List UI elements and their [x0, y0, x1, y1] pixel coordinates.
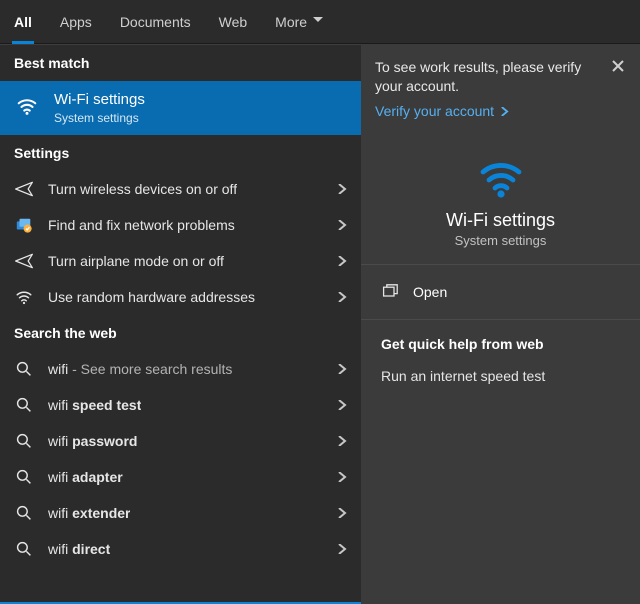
- help-item-speed-test[interactable]: Run an internet speed test: [361, 362, 640, 390]
- web-search-item[interactable]: wifi direct: [0, 531, 361, 567]
- troubleshoot-icon: [14, 215, 34, 235]
- tab-label: Web: [219, 14, 248, 30]
- tab-label: All: [14, 14, 32, 30]
- open-label: Open: [413, 284, 447, 300]
- chevron-right-icon: [337, 289, 347, 305]
- item-label: wifi direct: [48, 541, 110, 557]
- section-best-match: Best match: [0, 45, 361, 81]
- item-label: Use random hardware addresses: [48, 289, 255, 305]
- chevron-right-icon: [337, 433, 347, 449]
- chevron-down-icon: [313, 17, 323, 27]
- best-match-title: Wi-Fi settings: [54, 91, 145, 109]
- airplane-icon: [14, 251, 34, 271]
- banner-text: To see work results, please verify your …: [375, 58, 600, 96]
- section-search-web: Search the web: [0, 315, 361, 351]
- chevron-right-icon: [337, 505, 347, 521]
- item-label: Find and fix network problems: [48, 217, 235, 233]
- item-label: Turn wireless devices on or off: [48, 181, 237, 197]
- web-search-item[interactable]: wifi speed test: [0, 387, 361, 423]
- item-label: wifi - See more search results: [48, 361, 232, 377]
- search-icon: [14, 467, 34, 487]
- help-header: Get quick help from web: [361, 320, 640, 362]
- search-icon: [14, 395, 34, 415]
- search-icon: [14, 539, 34, 559]
- wifi-icon: [14, 287, 34, 307]
- chevron-right-icon: [337, 217, 347, 233]
- best-match-sub: System settings: [54, 111, 145, 125]
- open-icon: [381, 283, 399, 301]
- web-search-item[interactable]: wifi - See more search results: [0, 351, 361, 387]
- detail-panel: To see work results, please verify your …: [361, 44, 640, 604]
- wifi-icon: [14, 93, 40, 119]
- item-label: Turn airplane mode on or off: [48, 253, 224, 269]
- item-label: wifi adapter: [48, 469, 123, 485]
- close-icon: [612, 60, 624, 72]
- tab-label: Documents: [120, 14, 191, 30]
- tab-more[interactable]: More: [261, 0, 337, 44]
- tab-label: Apps: [60, 14, 92, 30]
- web-search-item[interactable]: wifi extender: [0, 495, 361, 531]
- settings-item-random-hw-addresses[interactable]: Use random hardware addresses: [0, 279, 361, 315]
- chevron-right-icon: [500, 107, 509, 116]
- search-icon: [14, 503, 34, 523]
- airplane-icon: [14, 179, 34, 199]
- chevron-right-icon: [337, 541, 347, 557]
- best-match-text: Wi-Fi settings System settings: [54, 91, 145, 125]
- verify-banner: To see work results, please verify your …: [361, 44, 640, 136]
- section-settings: Settings: [0, 135, 361, 171]
- tab-label: More: [275, 14, 307, 30]
- best-match-item[interactable]: Wi-Fi settings System settings: [0, 81, 361, 135]
- chevron-right-icon: [337, 181, 347, 197]
- chevron-right-icon: [337, 397, 347, 413]
- item-label: wifi password: [48, 433, 137, 449]
- search-icon: [14, 359, 34, 379]
- verify-label: Verify your account: [375, 102, 494, 121]
- chevron-right-icon: [337, 361, 347, 377]
- web-search-item[interactable]: wifi adapter: [0, 459, 361, 495]
- tab-all[interactable]: All: [0, 0, 46, 44]
- web-search-item[interactable]: wifi password: [0, 423, 361, 459]
- settings-item-wireless-devices[interactable]: Turn wireless devices on or off: [0, 171, 361, 207]
- detail-header: Wi-Fi settings System settings: [361, 136, 640, 265]
- settings-item-network-troubleshoot[interactable]: Find and fix network problems: [0, 207, 361, 243]
- detail-title: Wi-Fi settings: [373, 210, 628, 231]
- search-icon: [14, 431, 34, 451]
- tab-apps[interactable]: Apps: [46, 0, 106, 44]
- tab-web[interactable]: Web: [205, 0, 262, 44]
- verify-account-link[interactable]: Verify your account: [375, 102, 509, 121]
- wifi-icon: [477, 154, 525, 202]
- item-label: wifi speed test: [48, 397, 141, 413]
- search-scope-tabs: All Apps Documents Web More: [0, 0, 640, 44]
- settings-item-airplane-mode[interactable]: Turn airplane mode on or off: [0, 243, 361, 279]
- tab-documents[interactable]: Documents: [106, 0, 205, 44]
- open-button[interactable]: Open: [361, 265, 640, 320]
- item-label: wifi extender: [48, 505, 130, 521]
- chevron-right-icon: [337, 469, 347, 485]
- results-panel: Best match Wi-Fi settings System setting…: [0, 44, 361, 604]
- detail-sub: System settings: [373, 233, 628, 248]
- banner-close-button[interactable]: [606, 54, 630, 78]
- chevron-right-icon: [337, 253, 347, 269]
